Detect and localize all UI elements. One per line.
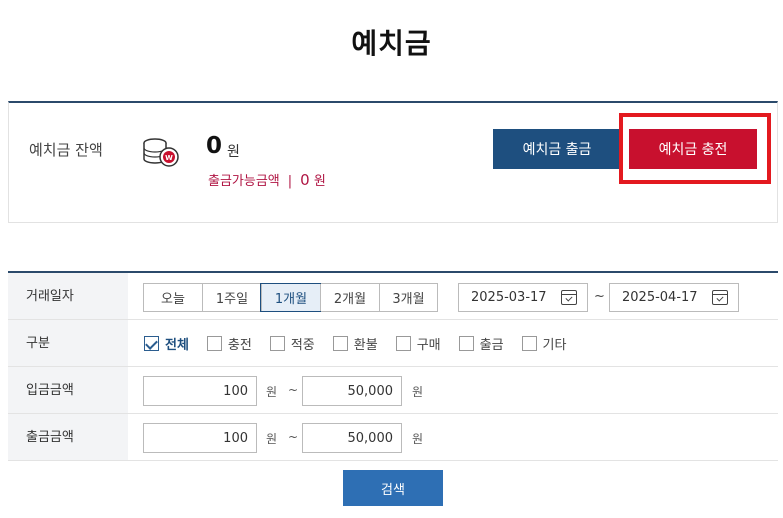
period-1week-button[interactable]: 1주일 — [202, 284, 261, 311]
category-row: 구분 전체 충전 적중 환불 구매 출금 기타 — [8, 320, 778, 367]
checkbox-label: 기타 — [542, 338, 567, 353]
checkbox-icon[interactable] — [395, 336, 411, 351]
withdrawable-value: 0 — [300, 171, 310, 189]
period-label: 거래일자 — [8, 273, 128, 319]
checkbox-icon[interactable] — [521, 336, 537, 351]
balance-panel: 예치금 잔액 W 0 원 출금가능금액 | 0 원 예치금 출금 예치금 충전 — [8, 101, 778, 223]
category-win-checkbox[interactable]: 적중 — [269, 334, 315, 353]
category-label: 구분 — [8, 320, 128, 366]
period-3month-button[interactable]: 3개월 — [379, 284, 437, 311]
end-date-field[interactable]: 2025-04-17 — [609, 283, 739, 312]
search-filter: 거래일자 오늘 1주일 1개월 2개월 3개월 2025-03-17 ~ 202… — [8, 271, 778, 461]
balance-label: 예치금 잔액 — [29, 141, 103, 159]
withdraw-max-unit: 원 — [412, 432, 424, 446]
svg-text:W: W — [165, 154, 173, 162]
end-date-value: 2025-04-17 — [622, 290, 698, 305]
calendar-icon[interactable] — [561, 290, 577, 305]
search-button[interactable]: 검색 — [343, 470, 443, 506]
checkbox-icon[interactable] — [458, 336, 474, 351]
withdrawable-label: 출금가능금액 — [208, 174, 280, 189]
deposit-max-unit: 원 — [412, 385, 424, 399]
deposit-min-input[interactable] — [143, 376, 257, 406]
period-row: 거래일자 오늘 1주일 1개월 2개월 3개월 2025-03-17 ~ 202… — [8, 273, 778, 320]
withdrawable-amount: 출금가능금액 | 0 원 — [208, 170, 326, 189]
deposit-amount-row: 입금금액 원 ~ 원 — [8, 367, 778, 414]
date-range-separator: ~ — [594, 289, 605, 304]
category-other-checkbox[interactable]: 기타 — [521, 334, 567, 353]
checkbox-label: 환불 — [353, 338, 378, 353]
checkbox-icon[interactable] — [332, 336, 348, 351]
deposit-max-input[interactable] — [302, 376, 402, 406]
period-2month-button[interactable]: 2개월 — [320, 284, 379, 311]
separator: | — [287, 174, 293, 189]
withdraw-min-unit: 원 — [266, 432, 278, 446]
coin-stack-icon: W — [143, 138, 179, 167]
deposit-range-separator: ~ — [288, 383, 299, 397]
withdraw-amount-label: 출금금액 — [8, 414, 128, 460]
page-title: 예치금 — [351, 27, 432, 60]
period-1month-button[interactable]: 1개월 — [260, 283, 321, 312]
balance-amount: 0 — [206, 133, 223, 159]
category-purchase-checkbox[interactable]: 구매 — [395, 334, 441, 353]
balance-unit: 원 — [227, 144, 240, 160]
checkbox-icon[interactable] — [269, 336, 285, 351]
checkbox-label: 전체 — [165, 338, 189, 353]
checkbox-label: 구매 — [416, 338, 441, 353]
withdrawable-unit: 원 — [313, 174, 326, 189]
period-today-button[interactable]: 오늘 — [144, 284, 202, 311]
category-charge-checkbox[interactable]: 충전 — [206, 334, 252, 353]
checkbox-label: 적중 — [290, 338, 315, 353]
checkbox-label: 출금 — [479, 338, 504, 353]
category-all-checkbox[interactable]: 전체 — [144, 334, 189, 353]
calendar-icon[interactable] — [712, 290, 728, 305]
category-refund-checkbox[interactable]: 환불 — [332, 334, 378, 353]
withdraw-min-input[interactable] — [143, 423, 257, 453]
deposit-min-unit: 원 — [266, 385, 278, 399]
withdraw-button[interactable]: 예치금 출금 — [493, 129, 621, 169]
start-date-value: 2025-03-17 — [471, 290, 547, 305]
withdraw-range-separator: ~ — [288, 430, 299, 444]
category-checkboxes: 전체 충전 적중 환불 구매 출금 기타 — [144, 320, 584, 367]
deposit-amount-label: 입금금액 — [8, 367, 128, 413]
withdraw-amount-row: 출금금액 원 ~ 원 — [8, 414, 778, 461]
checkbox-icon[interactable] — [144, 336, 159, 351]
checkbox-label: 충전 — [227, 338, 252, 353]
start-date-field[interactable]: 2025-03-17 — [458, 283, 588, 312]
charge-button[interactable]: 예치금 충전 — [629, 129, 757, 169]
category-withdraw-checkbox[interactable]: 출금 — [458, 334, 504, 353]
checkbox-icon[interactable] — [206, 336, 222, 351]
period-buttons: 오늘 1주일 1개월 2개월 3개월 — [143, 283, 438, 312]
withdraw-max-input[interactable] — [302, 423, 402, 453]
